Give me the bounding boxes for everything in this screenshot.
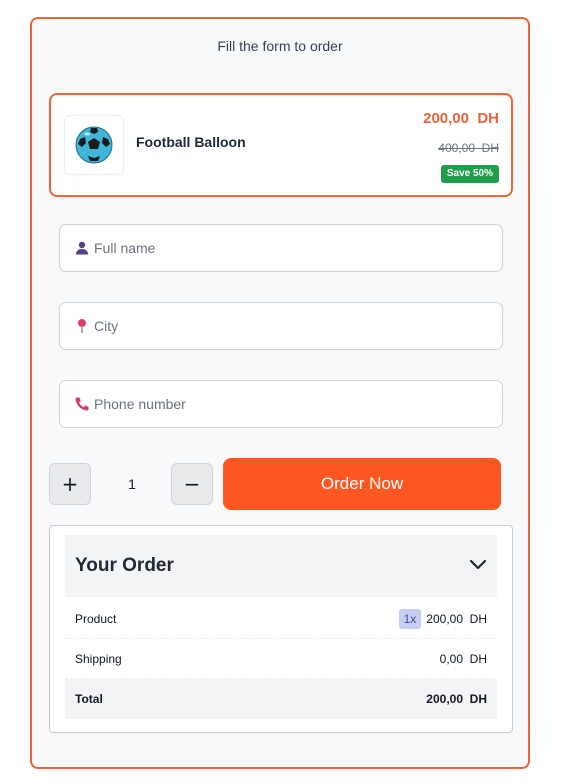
full-name-input[interactable] [92,225,502,271]
summary-row-label: Total [75,692,103,706]
chevron-down-icon [469,557,487,575]
summary-row-value: 200,00 DH [426,692,487,706]
order-now-button[interactable]: Order Now [223,458,501,510]
summary-row-total: Total 200,00 DH [65,679,497,719]
phone-input[interactable] [92,381,502,427]
football-icon [75,126,113,164]
quantity-decrease-button[interactable]: − [171,463,213,505]
product-image [64,115,124,175]
product-old-price: 400,00 DH [438,141,499,155]
phone-field [59,380,503,428]
order-form-card: Fill the form to order Football Balloon … [30,17,530,769]
product-price: 200,00 DH [423,110,499,127]
city-input[interactable] [92,303,502,349]
quantity-increase-button[interactable]: + [49,463,91,505]
quantity-value: 1 [128,476,136,492]
full-name-field [59,224,503,272]
city-field [59,302,503,350]
summary-row-shipping: Shipping 0,00 DH [65,639,497,679]
summary-row-product: Product 1x 200,00 DH [65,599,497,639]
discount-badge: Save 50% [440,165,499,183]
order-summary-table: Product 1x 200,00 DH Shipping 0,00 DH To… [65,599,497,719]
user-icon [72,241,92,255]
quantity-chip: 1x [398,608,422,629]
map-pin-icon [72,318,92,334]
order-summary-toggle[interactable]: Your Order [65,535,497,597]
phone-icon [72,396,92,412]
summary-row-label: Shipping [75,651,122,666]
form-heading: Fill the form to order [217,38,343,54]
order-summary: Your Order Product 1x 200,00 DH Shipping… [49,525,513,733]
summary-row-value: 200,00 DH [426,611,487,626]
product-card: Football Balloon 200,00 DH 400,00 DH Sav… [49,93,513,197]
product-name: Football Balloon [136,134,246,150]
summary-row-value: 0,00 DH [439,651,487,666]
order-summary-title: Your Order [75,555,174,576]
summary-row-label: Product [75,611,117,626]
